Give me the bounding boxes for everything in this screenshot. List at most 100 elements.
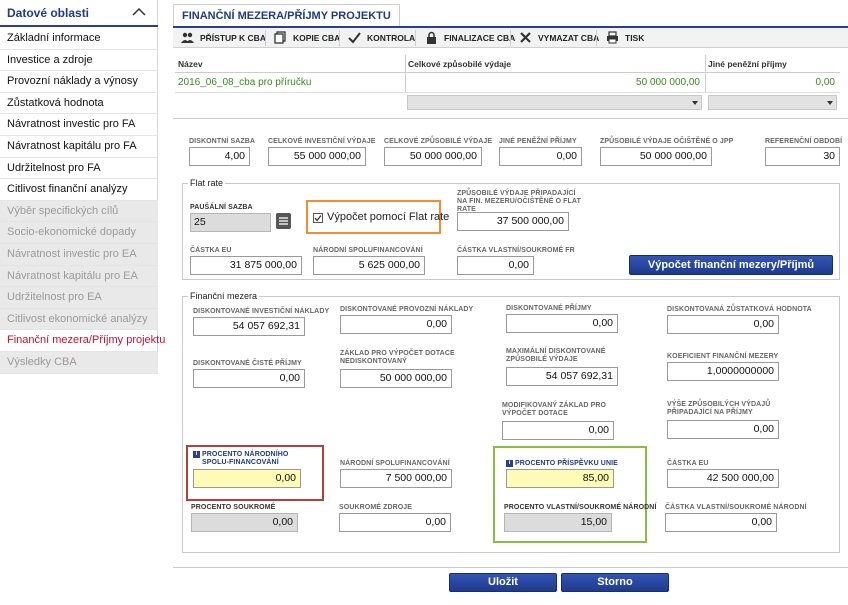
label-castka-vlastni: ČÁSTKA VLASTNÍ/SOUKROMÉ NÁRODNÍ [665,504,807,511]
grid-cell-nazev[interactable]: 2016_06_08_cba pro příručku [175,73,405,93]
input-zp-pripadajici[interactable]: 37 500 000,00 [457,212,569,231]
label-vyse-zp: VÝŠE ZPŮSOBILÝCH VÝDAJŮ PŘIPADAJÍCÍ NA P… [667,401,771,416]
sidebar-item[interactable]: Citlivost ekonomické analýzy [0,308,158,331]
input-jine-prijmy[interactable]: 0,00 [499,147,582,166]
sidebar-item[interactable]: Návratnost kapitálu pro EA [0,265,158,288]
input-ref-obdobi[interactable]: 30 [765,147,840,166]
label-pausalni: PAUŠÁLNÍ SAZBA [190,204,253,211]
grid-header-jine[interactable]: Jiné peněžní příjmy [705,55,840,73]
sidebar-item[interactable]: Finanční mezera/Příjmy projektu [0,330,165,352]
fin-mezera-legend: Finanční mezera [188,291,260,301]
input-proc-vlastni[interactable]: 15,00 [504,513,612,532]
input-soukrome-zdroje[interactable]: 0,00 [339,513,451,532]
sidebar-item[interactable]: Citlivost finanční analýzy [0,179,158,201]
input-proc-unie[interactable]: 85,00 [506,469,614,488]
label-disk-ciste: DISKONTOVANÉ ČISTÉ PŘÍJMY [193,360,302,367]
sidebar-item[interactable]: Výběr specifických cílů [0,200,158,223]
check-icon [348,32,361,44]
save-button[interactable]: Uložit [449,573,557,592]
print-icon [607,31,618,44]
input-diskontni-sazba[interactable]: 4,00 [189,147,250,166]
sidebar-item[interactable]: Provozní náklady a výnosy [0,71,158,93]
input-disk-prijmy[interactable]: 0,00 [506,314,618,333]
label-disk-prijmy: DISKONTOVANÉ PŘÍJMY [506,305,592,312]
label-celk-zp: CELKOVÉ ZPŮSOBILÉ VÝDAJE [384,138,493,145]
label-jine-prijmy: JINÉ PENĚŽNÍ PŘÍJMY [499,138,577,145]
input-modif-zaklad[interactable]: 0,00 [502,421,614,440]
sidebar-item[interactable]: Návratnost investic pro FA [0,114,158,136]
input-disk-prov[interactable]: 0,00 [340,315,452,334]
input-celk-inv[interactable]: 55 000 000,00 [268,147,366,166]
cancel-button[interactable]: Storno [561,573,669,592]
input-max-disk[interactable]: 54 057 692,31 [506,367,618,386]
label-koef: KOEFICIENT FINANČNÍ MEZERY [667,353,779,360]
tab-financni-mezera[interactable]: FINANČNÍ MEZERA/PŘÍJMY PROJEKTU [173,4,400,26]
filter-dropdown-jine[interactable] [708,95,837,110]
input-vyse-zp[interactable]: 0,00 [667,420,779,439]
label-disk-prov: DISKONTOVANÉ PROVOZNÍ NÁKLADY [340,306,474,313]
calc-fin-mezera-button[interactable]: Výpočet finanční mezery/Příjmů [629,255,833,275]
sidebar-title: Datové oblasti [7,6,90,20]
label-disk-inv: DISKONTOVANÉ INVESTIČNÍ NÁKLADY [193,308,330,315]
dropdown-arrow-icon [692,101,698,105]
input-castka-vlastni[interactable]: 0,00 [665,513,777,532]
input-proc-soukrome[interactable]: 0,00 [191,513,298,532]
label-ref-obdobi: REFERENČNÍ OBDOBÍ [765,138,843,145]
close-icon [520,32,531,43]
label-max-disk: MAXIMÁLNÍ DISKONTOVANÉ ZPŮSOBILÉ VÝDAJE [506,348,606,363]
input-narodni-fr[interactable]: 5 625 000,00 [313,256,425,275]
input-disk-ciste[interactable]: 0,00 [193,369,305,388]
flat-rate-checkbox[interactable] [313,213,323,223]
info-icon[interactable]: i [193,451,200,458]
input-disk-zust[interactable]: 0,00 [667,315,779,334]
input-celk-zp[interactable]: 50 000 000,00 [384,147,482,166]
input-zp-ocistene[interactable]: 50 000 000,00 [600,147,712,166]
sidebar-item[interactable]: Zůstatková hodnota [0,93,158,115]
filter-dropdown-celkove[interactable] [407,95,702,110]
input-castka-eu-fr[interactable]: 31 875 000,00 [190,256,302,275]
flat-rate-checkbox-label[interactable]: Výpočet pomocí Flat rate [327,211,449,223]
info-icon[interactable]: i [506,460,513,467]
input-disk-inv[interactable]: 54 057 692,31 [193,317,305,336]
label-narodni-spol: NÁRODNÍ SPOLUFINANCOVÁNÍ [340,460,450,467]
label-modif-zaklad: MODIFIKOVANÝ ZÁKLAD PRO VÝPOČET DOTACE [502,402,607,417]
input-koef[interactable]: 1,0000000000 [667,362,779,381]
label-diskontni-sazba: DISKONTNÍ SAZBA [189,138,256,145]
input-narodni-spol[interactable]: 7 500 000,00 [340,469,452,488]
label-zp-pripadajici: ZPŮSOBILÉ VÝDAJE PŘIPADAJÍCÍ NA FIN. MEZ… [457,190,581,213]
input-vlastni-fr[interactable]: 0,00 [457,256,534,275]
label-proc-vlastni: PROCENTO VLASTNÍ/SOUKROMÉ NÁRODNÍ [504,504,657,511]
input-zaklad-nedisk[interactable]: 50 000 000,00 [340,369,452,388]
grid-header-nazev[interactable]: Název [175,55,405,73]
input-pausalni[interactable]: 25 [190,213,271,232]
label-soukrome-zdroje: SOUKROMÉ ZDROJE [339,504,413,511]
label-narodni-fr: NÁRODNÍ SPOLUFINANCOVÁNÍ [313,247,423,254]
input-castka-eu[interactable]: 42 500 000,00 [667,469,779,488]
grid-cell-jine[interactable]: 0,00 [705,73,840,93]
label-proc-unie: PROCENTO PŘÍSPĚVKU UNIE [515,460,618,467]
grid-cell-celkove[interactable]: 50 000 000,00 [405,73,705,93]
sidebar-item[interactable]: Návratnost kapitálu pro FA [0,136,158,158]
sidebar-item[interactable]: Udržitelnost pro FA [0,158,158,180]
input-proc-narodni[interactable]: 0,00 [193,469,301,488]
sidebar-item[interactable]: Výsledky CBA [0,352,158,374]
list-icon[interactable] [276,213,291,229]
sidebar-item[interactable]: Socio-ekonomické dopady [0,222,158,244]
sidebar-item[interactable]: Udržitelnost pro EA [0,287,158,309]
label-proc-soukrome: PROCENTO SOUKROMÉ [191,504,276,511]
sidebar-header[interactable]: Datové oblasti [0,0,158,27]
label-vlastni-fr: ČÁSTKA VLASTNÍ/SOUKROMÉ FR [457,247,575,254]
sidebar-item[interactable]: Základní informace [0,28,158,50]
dropdown-arrow-icon [827,101,833,105]
lock-icon [427,31,436,44]
sidebar: Datové oblasti Základní informace Investi… [0,0,165,374]
chevron-up-icon[interactable] [132,5,146,19]
flat-rate-legend: Flat rate [188,178,226,188]
sidebar-item[interactable]: Investice a zdroje [0,50,158,72]
copy-icon [274,31,286,44]
label-zaklad-nedisk: ZÁKLAD PRO VÝPOČET DOTACE NEDISKONTOVANÝ [340,350,455,365]
label-castka-eu: ČÁSTKA EU [667,460,709,467]
label-disk-zust: DISKONTOVANÁ ZŮSTATKOVÁ HODNOTA [667,306,812,313]
sidebar-item[interactable]: Návratnost investic pro EA [0,244,158,266]
grid-header-celkove[interactable]: Celkové způsobilé výdaje [405,55,705,73]
